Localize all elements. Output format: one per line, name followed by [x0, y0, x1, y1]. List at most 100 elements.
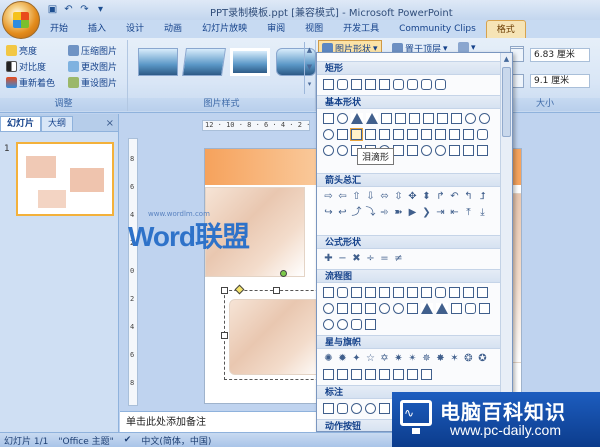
summing-junction-shape[interactable]: [379, 303, 390, 314]
diamond-shape[interactable]: [409, 113, 420, 124]
magnetic-disk-shape[interactable]: [323, 319, 334, 330]
ribbon-2-shape[interactable]: [337, 369, 348, 380]
chord-shape[interactable]: [337, 129, 348, 140]
arc-shape[interactable]: [463, 145, 474, 156]
hexagon-shape[interactable]: [437, 113, 448, 124]
rectangular-callout-shape[interactable]: [323, 403, 334, 414]
horizontal-scroll-shape[interactable]: [393, 369, 404, 380]
tab-community-clips[interactable]: Community Clips: [389, 20, 486, 38]
sequential-access-shape[interactable]: [351, 319, 362, 330]
undo-icon[interactable]: ↶: [62, 3, 75, 16]
left-arrow-callout-shape[interactable]: ⇤: [449, 207, 460, 218]
manual-operation-shape[interactable]: [477, 287, 488, 298]
left-up-arrow-shape[interactable]: ↰: [463, 191, 474, 202]
curved-ribbon-shape[interactable]: [351, 369, 362, 380]
cloud-callout-shape[interactable]: [365, 403, 376, 414]
round-rectangle-shape[interactable]: [393, 79, 404, 90]
tab-home[interactable]: 开始: [40, 20, 78, 38]
triangle-shape[interactable]: [351, 113, 363, 124]
terminator-shape[interactable]: [435, 287, 446, 298]
twelve-point-star-shape[interactable]: ✸: [435, 353, 446, 364]
compress-pictures-button[interactable]: 压缩图片: [68, 44, 117, 57]
twenty-four-point-star-shape[interactable]: ❂: [463, 353, 474, 364]
explosion-shape[interactable]: ✺: [323, 353, 334, 364]
manual-input-shape[interactable]: [463, 287, 474, 298]
line-callout-shape[interactable]: [379, 403, 390, 414]
right-arrow-callout-shape[interactable]: ⇥: [435, 207, 446, 218]
redo-icon[interactable]: ↷: [78, 3, 91, 16]
customize-icon[interactable]: ▾: [94, 3, 107, 16]
textbox-shape[interactable]: [323, 113, 334, 124]
oval-callout-shape[interactable]: [351, 403, 362, 414]
pentagon-arrow-shape[interactable]: ▶: [407, 207, 418, 218]
slide-thumbnail[interactable]: [16, 142, 114, 216]
round-rectangle-shape[interactable]: [407, 79, 418, 90]
wave-shape[interactable]: [407, 369, 418, 380]
down-arrow-callout-shape[interactable]: ⤓: [477, 207, 488, 218]
picture-style-2[interactable]: [182, 48, 226, 76]
flowchart-shape[interactable]: [365, 319, 376, 330]
ten-point-star-shape[interactable]: ✵: [421, 353, 432, 364]
octagon-shape[interactable]: [465, 113, 476, 124]
equal-shape[interactable]: =: [379, 253, 390, 264]
half-frame-shape[interactable]: [379, 129, 390, 140]
lightning-bolt-shape[interactable]: [407, 145, 418, 156]
parallelogram-shape[interactable]: [381, 113, 392, 124]
bracket-shape[interactable]: [477, 145, 488, 156]
recolor-button[interactable]: 重新着色: [6, 76, 55, 89]
resize-handle[interactable]: [273, 287, 280, 294]
thirty-two-point-star-shape[interactable]: ✪: [477, 353, 488, 364]
eight-point-star-shape[interactable]: ✴: [407, 353, 418, 364]
tab-review[interactable]: 审阅: [257, 20, 295, 38]
spellcheck-icon[interactable]: ✔: [124, 435, 132, 445]
vertical-scroll-shape[interactable]: [379, 369, 390, 380]
ribbon-shape[interactable]: [323, 369, 334, 380]
bent-arrow-shape[interactable]: ↱: [435, 191, 446, 202]
explosion-2-shape[interactable]: ✹: [337, 353, 348, 364]
down-arrow-shape[interactable]: ⇩: [365, 191, 376, 202]
bevel-shape[interactable]: [477, 129, 488, 140]
picture-style-1[interactable]: [138, 48, 178, 76]
up-down-arrow-shape[interactable]: ⇳: [393, 191, 404, 202]
tab-slides[interactable]: 幻灯片: [0, 116, 42, 131]
resize-handle[interactable]: [221, 287, 228, 294]
can-shape[interactable]: [449, 129, 460, 140]
data-shape[interactable]: [365, 287, 376, 298]
rounded-callout-shape[interactable]: [337, 403, 348, 414]
left-arrow-shape[interactable]: ⇦: [337, 191, 348, 202]
left-right-arrow-shape[interactable]: ⬄: [379, 191, 390, 202]
pie-shape[interactable]: [323, 129, 334, 140]
pentagon-shape[interactable]: [423, 113, 434, 124]
cloud-shape[interactable]: [449, 145, 460, 156]
right-arrow-shape[interactable]: ⇨: [323, 191, 334, 202]
cross-shape[interactable]: [421, 129, 432, 140]
plus-shape[interactable]: ✚: [323, 253, 334, 264]
round-rectangle-shape[interactable]: [421, 79, 432, 90]
sun-shape[interactable]: [421, 145, 432, 156]
chevron-shape[interactable]: ❯: [421, 207, 432, 218]
tab-format[interactable]: 格式: [485, 20, 526, 38]
curved-left-arrow-shape[interactable]: ↩: [337, 207, 348, 218]
heart-shape[interactable]: [393, 145, 404, 156]
four-point-star-shape[interactable]: ✦: [351, 353, 362, 364]
up-arrow-shape[interactable]: ⇧: [351, 191, 362, 202]
punched-tape-shape[interactable]: [365, 303, 376, 314]
height-field[interactable]: 6.83 厘米: [530, 48, 590, 62]
tab-developer[interactable]: 开发工具: [333, 20, 389, 38]
tab-outline[interactable]: 大纲: [41, 116, 74, 131]
right-triangle-shape[interactable]: [366, 113, 378, 124]
width-field[interactable]: 9.1 厘米: [530, 74, 590, 88]
change-picture-button[interactable]: 更改图片: [68, 60, 117, 73]
process-shape[interactable]: [323, 287, 334, 298]
resize-handle[interactable]: [221, 332, 228, 339]
stored-data-shape[interactable]: [451, 303, 462, 314]
curved-right-arrow-shape[interactable]: ↪: [323, 207, 334, 218]
donut-shape[interactable]: [323, 145, 334, 156]
heptagon-shape[interactable]: [451, 113, 462, 124]
notched-right-arrow-shape[interactable]: ➽: [393, 207, 404, 218]
rectangle-shape[interactable]: [323, 79, 334, 90]
tab-insert[interactable]: 插入: [78, 20, 116, 38]
left-right-up-arrow-shape[interactable]: ⬍: [421, 191, 432, 202]
six-point-star-shape[interactable]: ✡: [379, 353, 390, 364]
delay-shape[interactable]: [465, 303, 476, 314]
